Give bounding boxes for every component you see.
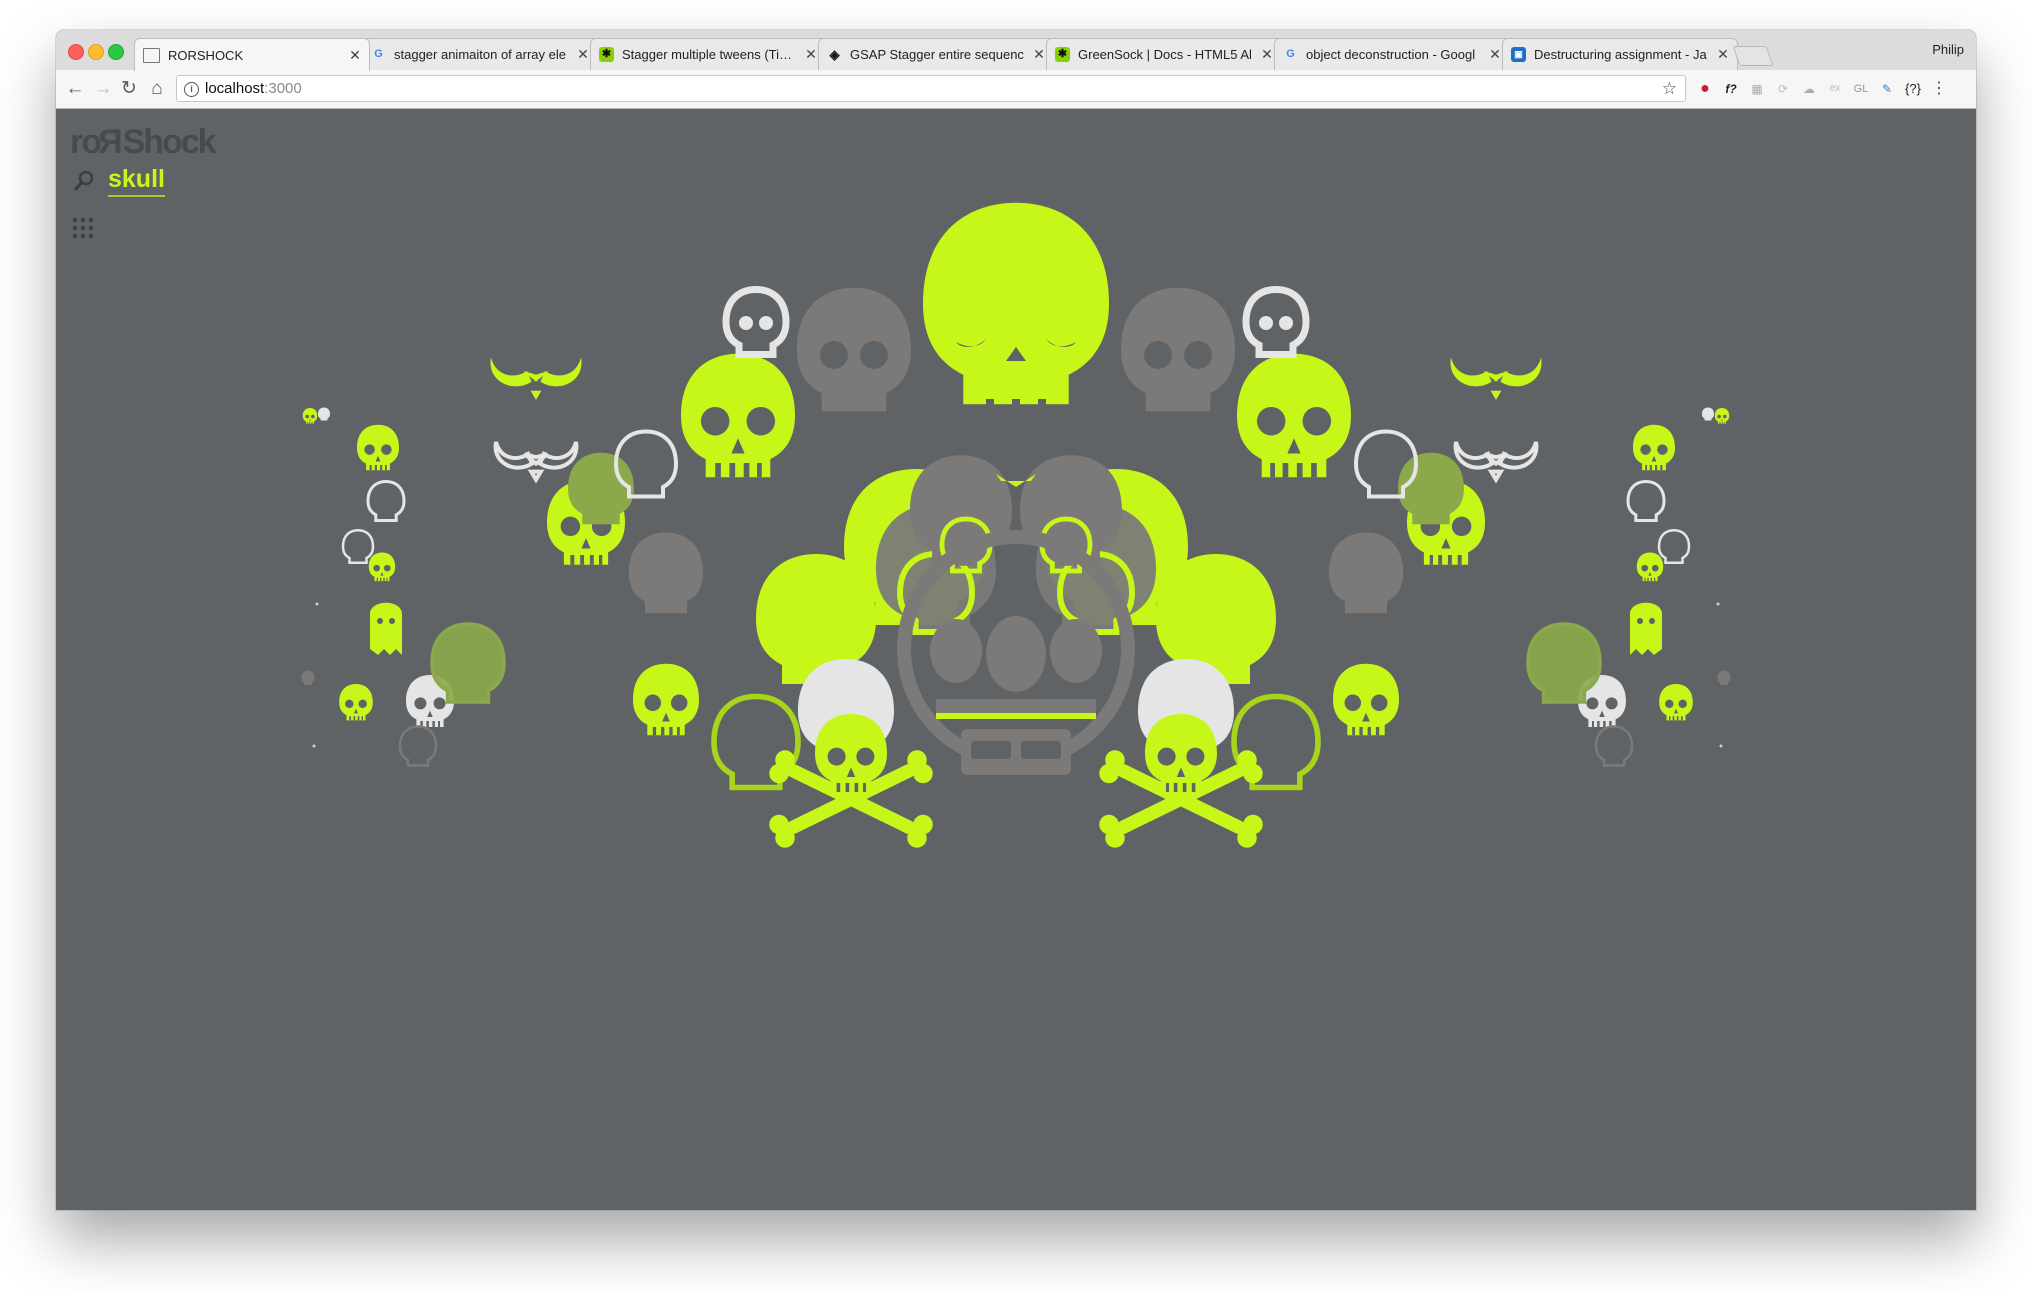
tab-greensock-docs[interactable]: ✱ GreenSock | Docs - HTML5 Al ✕ [1046,38,1282,70]
json-ext-icon[interactable]: {?} [1904,80,1922,98]
tab-stagger-animation[interactable]: G stagger animaiton of array ele ✕ [362,38,598,70]
url-port: :3000 [264,80,302,97]
search-row: skull [72,165,165,197]
google-icon: G [1286,48,1295,60]
tab-strip: RORSHOCK ✕ G stagger animaiton of array … [56,30,1976,71]
back-icon[interactable]: ← [64,78,86,100]
tab-rorshock[interactable]: RORSHOCK ✕ [134,38,370,71]
forward-icon[interactable]: → [92,78,114,100]
logo-part: Shock [122,123,217,161]
tab-gsap-stagger[interactable]: ◈ GSAP Stagger entire sequenc ✕ [818,38,1054,70]
gl-ext-icon[interactable]: GL [1852,80,1870,98]
tab-title: Destructuring assignment - Ja [1534,47,1707,62]
reload-icon[interactable]: ↻ [118,78,140,100]
address-bar[interactable]: i localhost:3000 ☆ [176,75,1686,102]
sync-ext-icon[interactable]: ⟳ [1774,80,1792,98]
url-host: localhost [205,80,265,97]
close-icon[interactable]: ✕ [349,47,361,64]
codepen-icon: ◈ [829,47,840,62]
mdn-icon: ▣ [1511,47,1526,62]
close-icon[interactable]: ✕ [1717,46,1729,63]
grid-menu-icon[interactable] [72,217,94,239]
browser-window: RORSHOCK ✕ G stagger animaiton of array … [56,30,1976,1210]
greensock-icon: ✱ [1055,47,1070,62]
close-icon[interactable]: ✕ [1261,46,1273,63]
new-tab-button[interactable] [1732,46,1774,66]
font-ext-icon[interactable]: f? [1722,80,1740,98]
rorshock-logo[interactable]: roRShock [70,123,217,162]
page-icon [143,47,160,63]
close-window-button[interactable] [68,44,84,60]
browser-toolbar: ← → ↻ ⌂ i localhost:3000 ☆ ● f? ▦ ⟳ ☁ ex… [56,70,1976,109]
tab-title: RORSHOCK [168,47,244,63]
tab-destructuring-assignment[interactable]: ▣ Destructuring assignment - Ja ✕ [1502,38,1738,70]
close-icon[interactable]: ✕ [1033,46,1045,63]
minimize-window-button[interactable] [88,44,104,60]
info-icon[interactable]: i [184,82,199,97]
close-icon[interactable]: ✕ [805,46,817,63]
tab-stagger-multiple-tweens[interactable]: ✱ Stagger multiple tweens (Time ✕ [590,38,826,70]
ex-ext-icon[interactable]: ex [1826,80,1844,98]
logo-part: ro [70,123,102,161]
bookmark-star-icon[interactable]: ☆ [1662,76,1677,101]
artwork-right-half [1036,288,1731,848]
profile-name[interactable]: Philip [1932,42,1964,57]
tab-object-deconstruction[interactable]: G object deconstruction - Googl ✕ [1274,38,1510,70]
tab-title: Stagger multiple tweens (Time [622,47,797,62]
close-icon[interactable]: ✕ [1489,46,1501,63]
close-icon[interactable]: ✕ [577,46,589,63]
artwork-left-half [301,288,996,848]
tab-title: GreenSock | Docs - HTML5 Al [1078,47,1252,62]
logo-mirrored-letter: R [100,123,123,161]
dropper-ext-icon[interactable]: ✎ [1878,80,1896,98]
skull-rorschach-artwork [56,202,1976,1210]
google-icon: G [374,48,383,60]
home-icon[interactable]: ⌂ [146,78,168,100]
maximize-window-button[interactable] [108,44,124,60]
tab-title: object deconstruction - Googl [1306,47,1476,62]
central-skull [897,202,1135,775]
grid-ext-icon[interactable]: ▦ [1748,80,1766,98]
greensock-icon: ✱ [599,47,614,62]
search-term[interactable]: skull [108,165,165,197]
cloud-ext-icon[interactable]: ☁ [1800,80,1818,98]
tab-title: stagger animaiton of array ele [394,47,566,62]
pinterest-icon[interactable]: ● [1696,80,1714,98]
tab-title: GSAP Stagger entire sequenc [850,47,1024,62]
page-content: roRShock skull [56,109,1976,1210]
search-icon[interactable] [72,169,96,193]
menu-icon[interactable]: ⋮ [1930,80,1948,98]
